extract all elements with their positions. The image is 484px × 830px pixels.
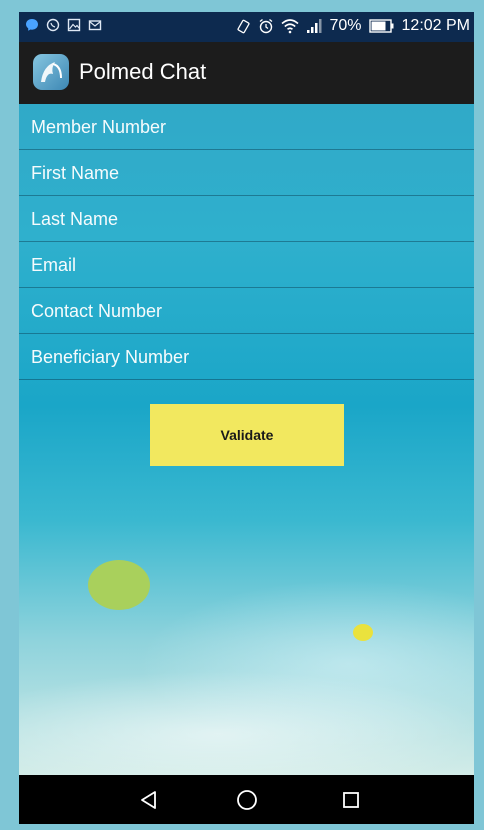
home-button[interactable] [232,785,262,815]
app-logo-icon [33,54,69,90]
gallery-icon [67,18,81,32]
app-title: Polmed Chat [79,59,207,84]
first-name-field [19,150,474,196]
whatsapp-icon [46,18,60,32]
recents-button[interactable] [336,785,366,815]
member-number-input[interactable] [31,113,461,141]
contact-number-field [19,288,474,334]
device-frame: 70% 12:02 PM Polmed Chat Member Number F… [0,0,484,830]
last-name-input[interactable] [31,205,461,233]
battery-percent: 70% [329,17,362,34]
last-name-field [19,196,474,242]
notification-icons [25,18,102,32]
status-bar: 70% 12:02 PM [19,12,474,42]
signal-icon [307,19,322,33]
beneficiary-number-input[interactable] [31,343,461,371]
validate-button[interactable]: Validate [150,404,344,466]
home-icon [237,790,257,810]
back-icon [141,791,156,809]
back-button[interactable] [134,785,164,815]
vibrate-icon [237,19,251,33]
recents-icon [343,792,359,808]
battery-icon [368,19,394,33]
green-bubble [88,560,150,610]
contact-number-input[interactable] [31,297,461,325]
messenger-icon [26,19,38,31]
navigation-bar [19,775,474,824]
phone-screen: 70% 12:02 PM Polmed Chat Member Number F… [19,12,474,824]
clock: 12:02 PM [401,17,470,34]
app-bar: Polmed Chat [19,42,474,104]
member-number-field [19,104,474,150]
mail-icon [88,20,102,31]
email-field [19,242,474,288]
email-input[interactable] [31,251,461,279]
system-indicators: 70% 12:02 PM [236,17,470,35]
beneficiary-number-field [19,334,474,380]
form-area: Validate [19,104,474,775]
first-name-input[interactable] [31,159,461,187]
wifi-icon [281,19,300,34]
yellow-bubble [353,624,373,641]
alarm-icon [260,18,273,34]
